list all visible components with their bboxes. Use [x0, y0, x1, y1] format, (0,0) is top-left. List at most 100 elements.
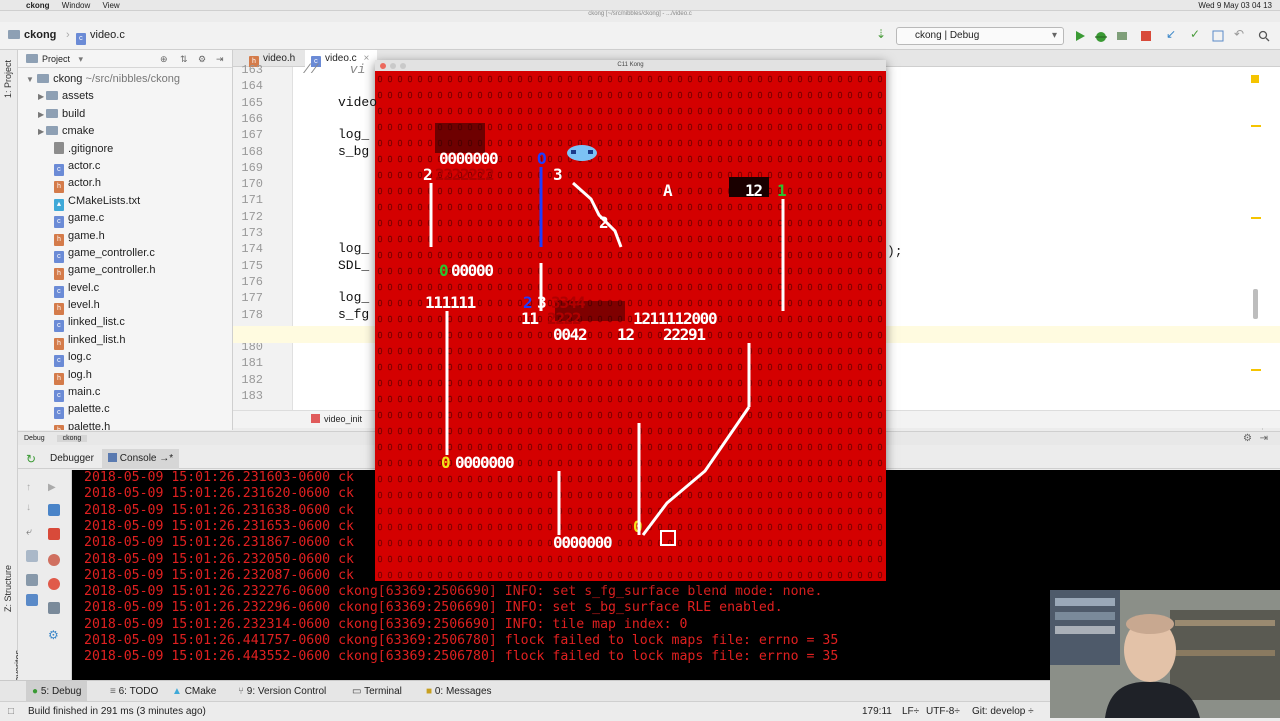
stop-icon[interactable] [48, 528, 60, 540]
tab-console[interactable]: Console →* [102, 449, 180, 469]
tree-item[interactable]: c game.c [18, 210, 232, 229]
expand-arrow-icon[interactable]: ▼ [26, 71, 34, 88]
menu-item-window[interactable]: Window [62, 1, 90, 10]
tree-item[interactable]: c actor.c [18, 158, 232, 176]
tree-item[interactable]: c linked_list.c [18, 314, 232, 333]
code-line[interactable]: log_ [338, 290, 369, 305]
tree-item[interactable]: ▶ cmake [18, 123, 232, 140]
tab-todo[interactable]: ≡ 6: TODO [104, 681, 164, 702]
mute-breakpoints-icon[interactable] [48, 578, 60, 590]
game-window[interactable]: C11 Kong 0000000 O 2 2222222 3 A 12 1 2 … [375, 60, 886, 581]
status-message[interactable]: Build finished in 291 ms (3 minutes ago) [28, 702, 206, 721]
run-icon[interactable] [1074, 30, 1086, 42]
code-line[interactable]: // vi [303, 62, 365, 77]
caret-position[interactable]: 179:11 [862, 702, 892, 721]
log-line[interactable]: 2018-05-09 15:01:26.231620-0600 ck [84, 486, 354, 501]
tree-item[interactable]: h log.h [18, 367, 232, 385]
tab-version-control[interactable]: ⑂ 9: Version Control [232, 681, 332, 702]
game-window-titlebar[interactable]: C11 Kong [375, 60, 886, 71]
menubar-clock[interactable]: Wed 9 May 03 04 13 [1198, 0, 1272, 11]
expand-arrow-icon[interactable]: ▶ [38, 123, 46, 140]
log-line[interactable]: 2018-05-09 15:01:26.231603-0600 ck [84, 470, 354, 485]
debug-config-tab[interactable]: ckong [56, 435, 88, 442]
gear-icon[interactable]: ⚙ [1243, 432, 1252, 446]
log-line[interactable]: 2018-05-09 15:01:26.231653-0600 ck [84, 519, 354, 534]
gear-icon[interactable]: ⚙ [198, 50, 206, 68]
log-line[interactable]: 2018-05-09 15:01:26.232314-0600 ckong[63… [84, 617, 687, 632]
profile-icon[interactable] [1116, 30, 1128, 42]
tab-project[interactable]: 1: Project [3, 60, 13, 98]
minimize-window-icon[interactable] [390, 63, 396, 69]
settings-icon[interactable]: ⚙ [48, 628, 60, 642]
tree-item[interactable]: h palette.h [18, 419, 232, 430]
log-line[interactable]: 2018-05-09 15:01:26.232087-0600 ck [84, 568, 354, 583]
log-line[interactable]: 2018-05-09 15:01:26.441757-0600 ckong[63… [84, 633, 838, 648]
hide-icon[interactable]: ⇥ [216, 50, 224, 68]
tree-item[interactable]: h actor.h [18, 175, 232, 194]
down-arrow-icon[interactable]: ↓ [26, 502, 38, 514]
editor-scrollbar[interactable] [1253, 289, 1258, 319]
revert-icon[interactable]: ↶ [1234, 27, 1246, 41]
scroll-end-icon[interactable] [26, 550, 38, 562]
tree-item[interactable]: c main.c [18, 384, 232, 403]
print-icon[interactable] [26, 574, 38, 586]
tab-debug[interactable]: ● 5: Debug [26, 681, 88, 702]
function-breadcrumb[interactable]: video_init [324, 414, 362, 424]
tree-item[interactable]: h game_controller.h [18, 262, 232, 281]
tree-item[interactable]: h game.h [18, 228, 232, 246]
status-toggle-icon[interactable]: □ [8, 702, 14, 721]
log-line[interactable]: 2018-05-09 15:01:26.232276-0600 ckong[63… [84, 584, 822, 599]
build-icon[interactable]: ⇣ [876, 27, 888, 41]
log-line[interactable]: 2018-05-09 15:01:26.232296-0600 ckong[63… [84, 600, 783, 615]
tree-root[interactable]: ▼ ckong ~/src/nibbles/ckong [18, 71, 232, 88]
log-line[interactable]: 2018-05-09 15:01:26.231867-0600 ck [84, 535, 354, 550]
code-line[interactable]: log_ [338, 127, 369, 142]
close-window-icon[interactable] [380, 63, 386, 69]
line-separator[interactable]: LF÷ [902, 702, 919, 721]
tree-item[interactable]: c game_controller.c [18, 245, 232, 263]
layout-icon[interactable] [48, 602, 60, 614]
zoom-window-icon[interactable] [400, 63, 406, 69]
wrap-icon[interactable]: ⤶ [26, 526, 38, 538]
log-line[interactable]: 2018-05-09 15:01:26.443552-0600 ckong[63… [84, 649, 838, 664]
menu-app-name[interactable]: ckong [26, 1, 50, 10]
tree-item[interactable]: ▶ build [18, 106, 232, 123]
vcs-commit-icon[interactable]: ✓ [1190, 27, 1202, 41]
history-icon[interactable] [1212, 30, 1224, 42]
expand-arrow-icon[interactable]: ▶ [38, 106, 46, 123]
tree-item[interactable]: c palette.c [18, 401, 232, 420]
code-line[interactable]: s_bg [338, 144, 369, 159]
breadcrumb-project[interactable]: ckong [8, 29, 56, 41]
tree-item[interactable]: c log.c [18, 349, 232, 368]
git-branch[interactable]: Git: develop ÷ [972, 702, 1034, 721]
tab-messages[interactable]: ■ 0: Messages [420, 681, 498, 702]
tree-item[interactable]: ▲ CMakeLists.txt [18, 193, 232, 211]
tree-item[interactable]: h level.h [18, 297, 232, 316]
breadcrumb-file[interactable]: c video.c [76, 29, 125, 45]
tab-debugger[interactable]: Debugger [50, 449, 94, 469]
resume-icon[interactable]: ▶ [48, 482, 60, 494]
tree-item[interactable]: .gitignore [18, 141, 232, 158]
chevron-down-icon[interactable]: ▾ [79, 54, 84, 64]
code-line[interactable]: s_fg [338, 307, 369, 322]
tree-item[interactable]: h linked_list.h [18, 332, 232, 350]
game-canvas[interactable]: 0000000 O 2 2222222 3 A 12 1 2 00000 0 1… [375, 71, 886, 581]
target-icon[interactable]: ⊕ [160, 50, 168, 68]
trash-icon[interactable] [26, 594, 38, 606]
tree-item[interactable]: c level.c [18, 280, 232, 298]
run-configuration-select[interactable]: ckong | Debug ▾ [896, 27, 1064, 45]
file-encoding[interactable]: UTF-8÷ [926, 702, 960, 721]
menu-item-view[interactable]: View [102, 1, 119, 10]
warning-marker[interactable] [1251, 75, 1259, 83]
pause-icon[interactable] [48, 504, 60, 516]
log-line[interactable]: 2018-05-09 15:01:26.232050-0600 ck [84, 552, 354, 567]
code-line[interactable]: video [338, 95, 377, 110]
code-line[interactable]: SDL_ [338, 258, 369, 273]
expand-arrow-icon[interactable]: ▶ [38, 88, 46, 105]
hide-icon[interactable]: ⇥ [1260, 432, 1268, 446]
vcs-update-icon[interactable]: ↙ [1166, 27, 1178, 41]
tab-cmake[interactable]: ▲ CMake [166, 681, 222, 702]
search-icon[interactable] [1258, 30, 1270, 42]
tab-terminal[interactable]: ▭ Terminal [346, 681, 408, 702]
collapse-icon[interactable]: ⇅ [180, 50, 188, 68]
